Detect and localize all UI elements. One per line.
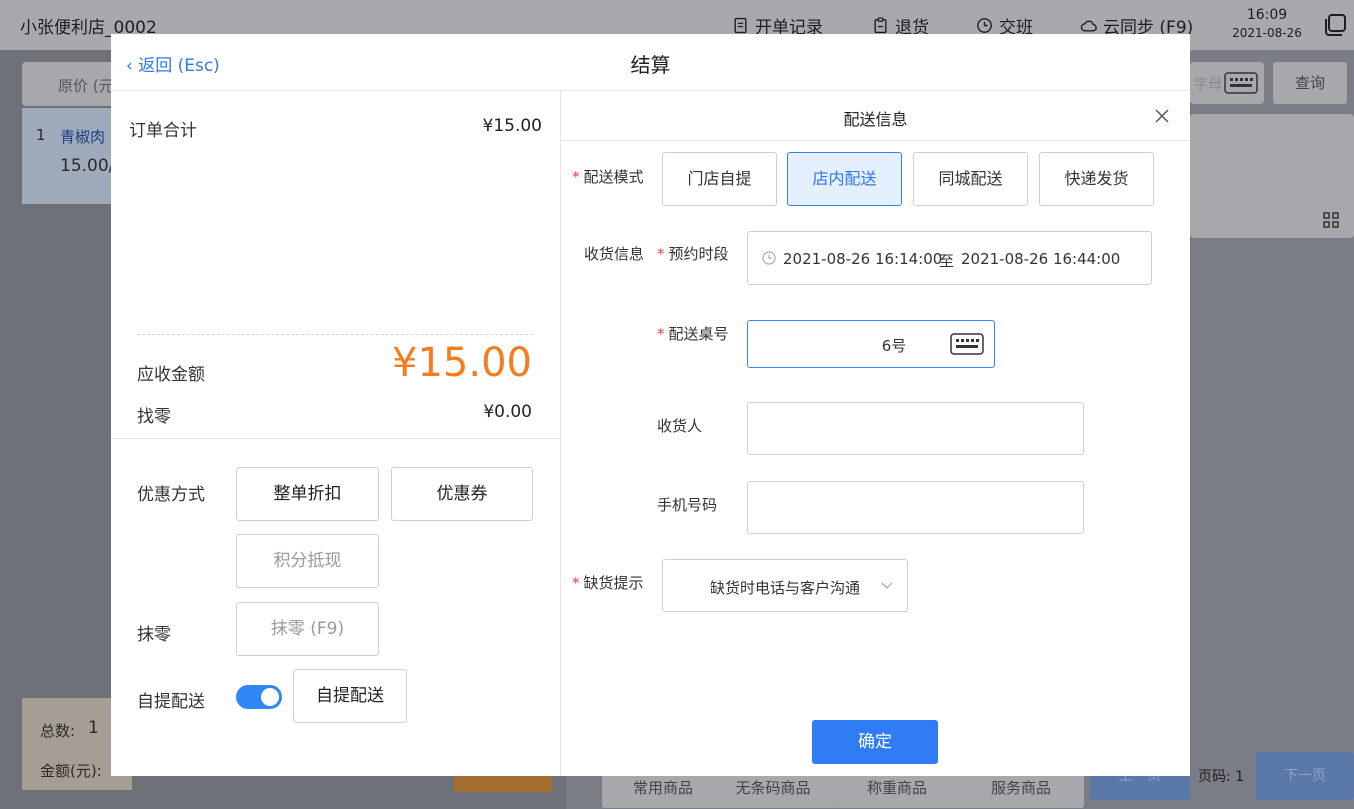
mode-express[interactable]: 快递发货 — [1039, 152, 1154, 206]
document-icon — [734, 17, 747, 34]
query-button[interactable]: 查询 — [1273, 62, 1347, 104]
mode-in-store-delivery[interactable]: 店内配送 — [787, 152, 902, 206]
order-total-value: ¥15.00 — [482, 116, 542, 136]
slot-end: 2021-08-26 16:44:00 — [961, 250, 1121, 268]
slot-start: 2021-08-26 16:14:00 — [783, 250, 943, 268]
discount-label: 优惠方式 — [137, 485, 205, 505]
next-page-button[interactable]: 下一页 — [1256, 752, 1354, 800]
table-number-value: 6号 — [881, 337, 907, 355]
vertical-divider — [560, 91, 561, 776]
checkout-button-background[interactable] — [454, 776, 552, 792]
back-button-label: 返回 (Esc) — [138, 56, 220, 76]
mode-store-pickup[interactable]: 门店自提 — [662, 152, 777, 206]
self-delivery-button[interactable]: 自提配送 — [293, 669, 407, 723]
rounding-button[interactable]: 抹零 (F9) — [236, 602, 379, 656]
cloud-icon — [1080, 20, 1097, 32]
points-redeem-button[interactable]: 积分抵现 — [236, 534, 379, 588]
change-label: 找零 — [137, 407, 171, 427]
coupon-button[interactable]: 优惠券 — [391, 467, 533, 521]
self-delivery-toggle[interactable] — [236, 685, 282, 709]
receivable-amount: ¥15.00 — [392, 340, 532, 386]
clipboard-icon — [874, 17, 887, 34]
confirm-button[interactable]: 确定 — [812, 720, 938, 764]
keyboard-icon[interactable] — [950, 333, 984, 355]
change-amount: ¥0.00 — [483, 402, 532, 422]
slot-label: * 预约时段 — [657, 245, 729, 263]
checkout-dialog: 结算 ‹ 返回 (Esc) 订单合计 ¥15.00 应收金额 ¥15.00 找零… — [111, 34, 1190, 776]
clock-time: 16:09 — [1246, 7, 1288, 23]
chevron-left-icon: ‹ — [126, 56, 139, 76]
clock-date: 2021-08-26 — [1232, 26, 1302, 40]
close-icon[interactable] — [1155, 109, 1169, 123]
dialog-title: 结算 — [630, 53, 671, 77]
delivery-slot-picker[interactable]: 2021-08-26 16:14:00 至 2021-08-26 16:44:0… — [747, 231, 1152, 285]
grid-icon — [1323, 212, 1339, 228]
mode-same-city[interactable]: 同城配送 — [913, 152, 1028, 206]
order-total-label: 订单合计 — [129, 121, 197, 141]
required-mark: * — [657, 325, 665, 343]
phone-input[interactable] — [747, 481, 1084, 534]
clock-icon — [977, 18, 992, 33]
pane-divider — [111, 438, 560, 439]
delivery-title: 配送信息 — [843, 110, 908, 129]
shortage-select-value: 缺货时电话与客户沟通 — [710, 579, 861, 597]
required-mark: * — [572, 168, 580, 186]
delivery-mode-label: * 配送模式 — [572, 168, 644, 186]
order-discount-button[interactable]: 整单折扣 — [236, 467, 379, 521]
clock-icon — [762, 251, 776, 265]
product-card[interactable] — [1190, 114, 1354, 238]
rounding-label: 抹零 — [137, 625, 171, 645]
slot-separator: 至 — [939, 252, 955, 270]
chevron-down-icon — [881, 582, 893, 589]
keyboard-icon — [1224, 72, 1258, 94]
receivable-label: 应收金额 — [137, 365, 205, 385]
clock: 16:09 2021-08-26 — [1228, 7, 1306, 40]
required-mark: * — [572, 574, 580, 592]
receiver-input[interactable] — [747, 402, 1084, 455]
product-search-input[interactable]: 字母 — [1190, 62, 1264, 104]
totals-divider — [137, 334, 533, 335]
self-delivery-label: 自提配送 — [137, 692, 205, 712]
delivery-header: 配送信息 — [561, 91, 1190, 141]
toggle-knob — [261, 688, 279, 706]
required-mark: * — [657, 245, 665, 263]
shortage-select[interactable]: 缺货时电话与客户沟通 — [662, 559, 908, 612]
page-indicator: 页码: 1 — [1198, 769, 1245, 785]
receiver-label: 收货人 — [657, 417, 703, 435]
shortage-label: * 缺货提示 — [572, 574, 644, 592]
window-switch-icon[interactable] — [1322, 12, 1348, 38]
receive-info-label: 收货信息 — [584, 245, 645, 263]
table-number-input[interactable]: 6号 — [747, 320, 995, 368]
dialog-header: 结算 ‹ 返回 (Esc) — [111, 34, 1190, 91]
back-button[interactable]: ‹ 返回 (Esc) — [126, 51, 220, 76]
phone-label: 手机号码 — [657, 496, 718, 514]
table-number-label: * 配送桌号 — [657, 325, 729, 343]
